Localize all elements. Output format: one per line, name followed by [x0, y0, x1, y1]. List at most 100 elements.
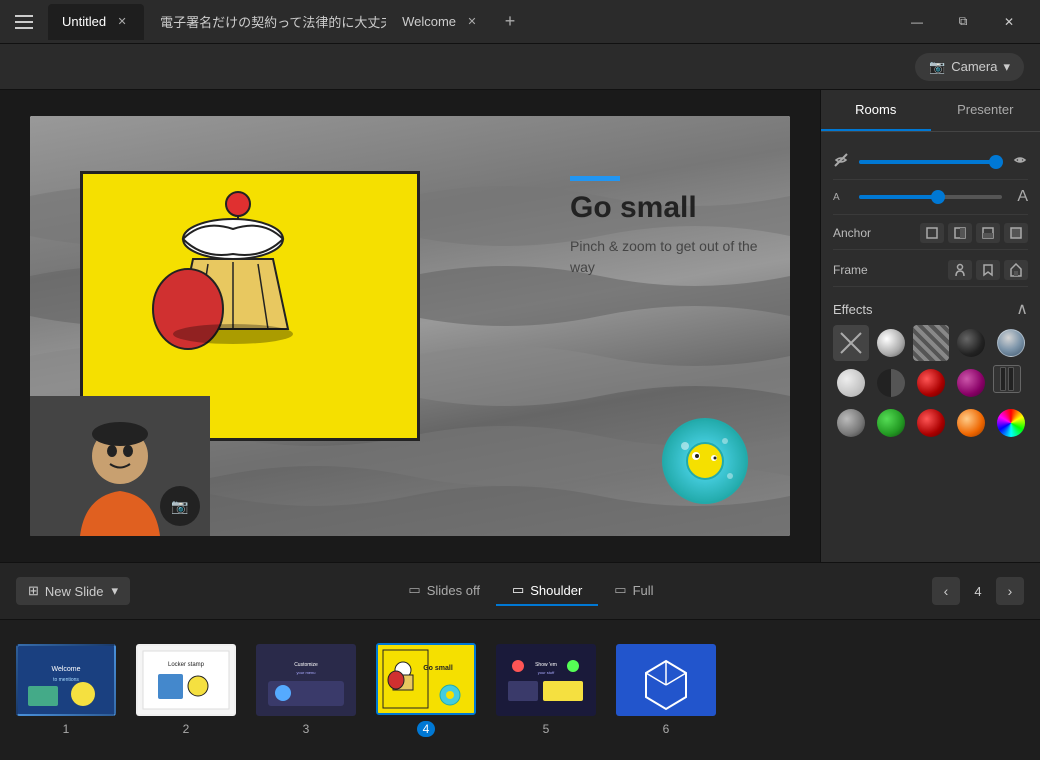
frame-row: Frame: [833, 252, 1028, 284]
opacity-row: [833, 144, 1028, 180]
effect-red-preview: [917, 369, 945, 397]
tab-close-button[interactable]: ✕: [114, 14, 130, 30]
svg-text:to mentions: to mentions: [53, 677, 79, 683]
opacity-slider[interactable]: [859, 160, 1002, 164]
effect-dark-half[interactable]: [873, 365, 909, 401]
full-icon: ▭: [614, 582, 626, 598]
anchor-bottom[interactable]: [976, 223, 1000, 243]
new-slide-button[interactable]: ⊞ New Slide ▾: [16, 577, 130, 605]
hamburger-icon: [15, 27, 33, 29]
effect-orange[interactable]: [953, 405, 989, 441]
hamburger-icon: [15, 15, 33, 17]
next-slide-button[interactable]: ›: [996, 577, 1024, 605]
slide-thumbnail-3[interactable]: Customize your menu 3: [256, 644, 356, 736]
camera-label: Camera: [951, 59, 997, 74]
new-slide-label: New Slide: [45, 584, 104, 599]
tab-welcome[interactable]: Welcome ✕: [388, 4, 494, 40]
view-mode-shoulder[interactable]: ▭ Shoulder: [496, 576, 598, 606]
effect-dark-sphere[interactable]: [953, 325, 989, 361]
frame-house-button[interactable]: [1004, 260, 1028, 280]
slide-5-preview: Show 'em your stuff: [498, 646, 594, 714]
frame-buttons: [948, 260, 1028, 280]
effect-gray-sphere-preview: [837, 409, 865, 437]
slide-thumbnail-5[interactable]: Show 'em your stuff 5: [496, 644, 596, 736]
slide-num-3: 3: [303, 722, 310, 736]
hamburger-icon: [15, 21, 33, 23]
window-controls: — ⧉ ✕: [894, 4, 1032, 40]
large-text-icon: A: [1008, 188, 1028, 206]
anchor-top-left[interactable]: [920, 223, 944, 243]
effects-label: Effects: [833, 302, 873, 317]
bottom-toolbar: ⊞ New Slide ▾ ▭ Slides off ▭ Shoulder ▭ …: [0, 562, 1040, 620]
svg-text:Show 'em: Show 'em: [535, 662, 557, 668]
slide-num-1: 1: [63, 722, 70, 736]
shoulder-icon: ▭: [512, 582, 524, 598]
slide-subtitle: Pinch & zoom to get out of the way: [570, 236, 770, 278]
camera-button[interactable]: 📷 Camera ▾: [915, 53, 1024, 81]
hamburger-button[interactable]: [8, 6, 40, 38]
slide-thumbnail-2[interactable]: Locker stamp 2: [136, 644, 236, 736]
anchor-full[interactable]: [1004, 223, 1028, 243]
frame-person-button[interactable]: [948, 260, 972, 280]
size-row: A A: [833, 180, 1028, 215]
slide-num-5: 5: [543, 722, 550, 736]
tab-untitled[interactable]: Untitled ✕: [48, 4, 144, 40]
size-slider[interactable]: [859, 195, 1002, 199]
small-text-icon: A: [833, 192, 853, 203]
effect-stripes[interactable]: [913, 325, 949, 361]
view-mode-slides-off[interactable]: ▭ Slides off: [392, 576, 496, 606]
effect-gray-sphere[interactable]: [833, 405, 869, 441]
effect-purple[interactable]: [953, 365, 989, 401]
slide-thumb-img-4: Go small: [376, 643, 476, 715]
effect-red2[interactable]: [913, 405, 949, 441]
minimize-button[interactable]: —: [894, 4, 940, 40]
main-content: Go small Pinch & zoom to get out of the …: [0, 90, 1040, 562]
effect-none[interactable]: [833, 325, 869, 361]
restore-button[interactable]: ⧉: [940, 4, 986, 40]
camera-corner-icon[interactable]: 📷: [160, 486, 200, 526]
effect-orange-preview: [957, 409, 985, 437]
slide-strip: Welcome to mentions 1 Locker stamp 2: [0, 620, 1040, 760]
new-slide-arrow-icon: ▾: [111, 583, 118, 599]
shoulder-label: Shoulder: [530, 583, 582, 598]
slide-4-preview: Go small: [378, 645, 474, 713]
effect-green[interactable]: [873, 405, 909, 441]
camera-icon: 📷: [929, 59, 945, 75]
slide-frame: Go small Pinch & zoom to get out of the …: [30, 116, 790, 536]
tab-close-button[interactable]: ✕: [464, 14, 480, 30]
effect-white-sphere[interactable]: [873, 325, 909, 361]
slide-navigation: ‹ 4 ›: [932, 577, 1024, 605]
effect-white-sphere-preview: [877, 329, 905, 357]
close-button[interactable]: ✕: [986, 4, 1032, 40]
right-panel: Rooms Presenter A: [820, 90, 1040, 562]
slide-thumbnail-6[interactable]: 6: [616, 644, 716, 736]
effect-rainbow[interactable]: [993, 405, 1029, 441]
slide-thumbnail-1[interactable]: Welcome to mentions 1: [16, 644, 116, 736]
slide-thumb-img-5: Show 'em your stuff: [496, 644, 596, 716]
camera-feed: 📷: [30, 396, 210, 536]
effect-pearl[interactable]: [833, 365, 869, 401]
camera-circle-icon: 📷: [171, 498, 188, 515]
new-tab-button[interactable]: +: [496, 8, 524, 36]
slide-thumbnail-4[interactable]: Go small 4: [376, 643, 476, 737]
panel-tab-rooms[interactable]: Rooms: [821, 90, 931, 131]
slides-off-label: Slides off: [427, 583, 480, 598]
slide-3-preview: Customize your menu: [258, 646, 354, 714]
anchor-top-right[interactable]: [948, 223, 972, 243]
new-slide-icon: ⊞: [28, 583, 39, 599]
effect-red[interactable]: [913, 365, 949, 401]
effects-toggle-button[interactable]: ∧: [1016, 299, 1028, 319]
frame-bookmark-button[interactable]: [976, 260, 1000, 280]
effect-bubble-preview: [997, 329, 1025, 357]
view-mode-full[interactable]: ▭ Full: [598, 576, 669, 606]
effect-bubble[interactable]: [993, 325, 1029, 361]
prev-slide-button[interactable]: ‹: [932, 577, 960, 605]
panel-tab-presenter[interactable]: Presenter: [931, 90, 1040, 131]
full-label: Full: [633, 583, 654, 598]
tab-japanese[interactable]: 電子署名だけの契約って法律的に大丈夫… ✕: [146, 4, 386, 40]
svg-text:Welcome: Welcome: [51, 666, 80, 673]
slide-6-preview: [618, 646, 714, 714]
slide-num-6: 6: [663, 722, 670, 736]
effect-film[interactable]: [993, 365, 1021, 393]
cupcake-illustration: [103, 179, 403, 429]
